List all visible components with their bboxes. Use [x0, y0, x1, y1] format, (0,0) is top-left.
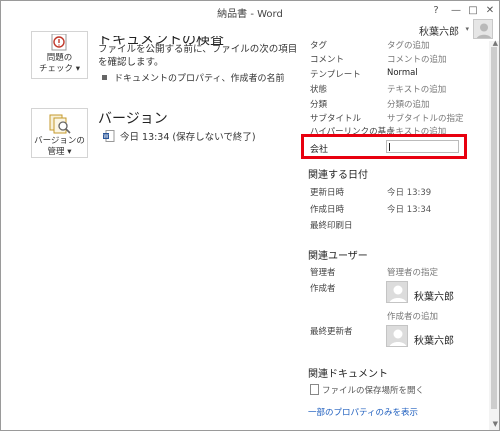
prop-label-subtitle: サブタイトル	[310, 114, 362, 124]
modified-value: 今日 13:39	[387, 188, 432, 198]
highlight-box	[301, 134, 467, 159]
close-button[interactable]: ✕	[481, 3, 499, 19]
related-people-heading: 関連ユーザー	[308, 251, 368, 262]
versions-heading: バージョン	[98, 111, 168, 127]
author-avatar-icon	[386, 281, 408, 303]
last-printed-label: 最終印刷日	[310, 221, 353, 231]
prop-value-comments[interactable]: コメントの追加	[387, 53, 447, 65]
scroll-up-arrow-icon[interactable]: ▲	[493, 39, 498, 47]
account-name[interactable]: 秋葉六郎	[419, 23, 459, 38]
version-entry-text: 今日 13:34 (保存しないで終了)	[120, 132, 256, 143]
help-button[interactable]: ?	[427, 3, 445, 19]
open-file-location-text: ファイルの保存場所を開く	[322, 386, 425, 396]
created-label: 作成日時	[310, 205, 345, 215]
prop-label-status: 状態	[310, 85, 328, 95]
inspect-description-2: を確認します。	[98, 57, 164, 68]
window-title: 納品書 - Word	[217, 9, 283, 20]
prop-label-categories: 分類	[310, 100, 328, 110]
inspect-document-icon	[51, 34, 66, 51]
created-value: 今日 13:34	[387, 205, 432, 215]
svg-text:W: W	[104, 134, 109, 140]
related-dates-heading: 関連する日付	[308, 170, 368, 181]
author-label: 作成者	[310, 284, 336, 294]
word-backstage-window: 納品書 - Word ? — □ ✕ 秋葉六郎 ▾ ドキュメントの検査 問題の …	[0, 0, 500, 431]
check-for-issues-button[interactable]: 問題の チェック ▾	[31, 31, 88, 79]
author-name[interactable]: 秋葉六郎	[414, 288, 454, 303]
prop-value-tags[interactable]: タグの追加	[387, 39, 430, 51]
manager-label: 管理者	[310, 268, 336, 278]
last-modified-avatar-icon	[386, 325, 408, 347]
minimize-button[interactable]: —	[447, 3, 465, 19]
prop-value-categories[interactable]: 分類の追加	[387, 98, 430, 110]
modified-label: 更新日時	[310, 188, 345, 198]
scroll-down-arrow-icon[interactable]: ▼	[493, 420, 498, 428]
inspect-description-1: ファイルを公開する前に、ファイルの次の項目	[98, 44, 298, 55]
check-for-issues-label-2: チェック ▾	[39, 64, 80, 74]
prop-label-tags: タグ	[310, 41, 328, 51]
version-entry[interactable]: W 今日 13:34 (保存しないで終了)	[103, 129, 256, 143]
last-modified-by-label: 最終更新者	[310, 327, 353, 337]
prop-label-template: テンプレート	[310, 70, 361, 80]
last-modified-name[interactable]: 秋葉六郎	[414, 332, 454, 347]
inspect-bullet-text: ドキュメントのプロパティ、作成者の名前	[114, 74, 285, 84]
prop-label-comments: コメント	[310, 55, 345, 65]
manage-versions-button[interactable]: バージョンの 管理 ▾	[31, 108, 88, 158]
word-document-icon: W	[103, 130, 115, 142]
versions-icon	[49, 114, 71, 134]
manage-versions-label-1: バージョンの	[34, 136, 85, 146]
maximize-button[interactable]: □	[464, 3, 482, 19]
show-fewer-properties-link[interactable]: 一部のプロパティのみを表示	[308, 406, 418, 418]
related-documents-heading: 関連ドキュメント	[308, 369, 388, 380]
add-author-link[interactable]: 作成者の追加	[387, 310, 438, 322]
user-avatar-icon[interactable]	[473, 19, 493, 39]
folder-document-icon	[310, 384, 319, 395]
prop-value-subtitle[interactable]: サブタイトルの指定	[387, 112, 464, 124]
prop-value-status[interactable]: テキストの追加	[387, 83, 446, 95]
inspect-bullet: ドキュメントのプロパティ、作成者の名前	[102, 71, 284, 84]
title-bar: 納品書 - Word ? — □ ✕	[1, 1, 499, 21]
account-area[interactable]: 秋葉六郎 ▾	[373, 19, 493, 41]
check-for-issues-label-1: 問題の	[46, 53, 73, 63]
manager-value[interactable]: 管理者の指定	[387, 266, 438, 278]
scrollbar-thumb[interactable]	[491, 47, 497, 409]
open-file-location-link[interactable]: ファイルの保存場所を開く	[310, 384, 424, 396]
chevron-down-icon[interactable]: ▾	[465, 25, 469, 33]
manage-versions-label-2: 管理 ▾	[47, 147, 72, 157]
prop-value-template: Normal	[387, 68, 418, 78]
